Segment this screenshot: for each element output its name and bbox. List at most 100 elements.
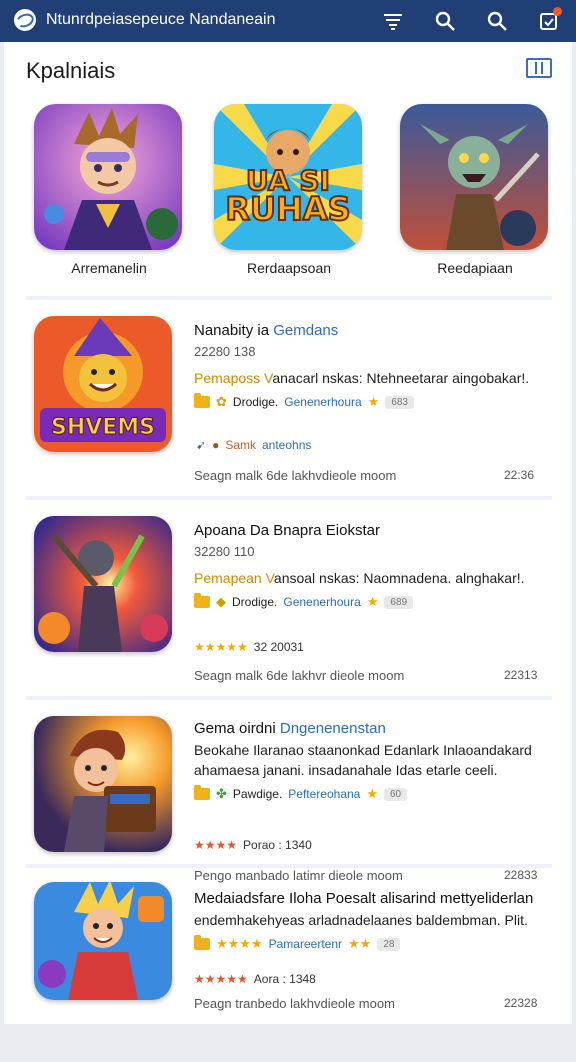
rating-stars: ★★★★ [194,838,238,852]
folder-icon [194,393,210,408]
app-name[interactable]: Gema oirdni Dngenenenstan [194,720,386,737]
age-badge: 28 [377,937,401,951]
app-rating: ★★★★★ 32 20031 [194,640,304,654]
app-tags: ➹ ● Samk anteohns [196,438,311,452]
divider [26,864,552,868]
main-panel: Kpalniais Arremanelin UA SI RUHAS Rerdaa… [4,42,572,1024]
meta-stars: ★★★★ [216,936,263,951]
app-list-item[interactable]: SHVEMS Nanabity ia Gemdans 22280 138 Pem… [4,316,572,496]
app-description-line: endemhakehyeas arladnadelaanes baldembma… [194,912,528,928]
app-subtitle: 22280 138 [194,344,256,359]
app-description: Pemaposs Vanacarl nskas: Ntehneetarar ai… [194,370,529,386]
meta-category-link[interactable]: Genenerhoura [284,395,361,409]
folder-icon [194,785,210,800]
search-icon[interactable] [482,6,512,36]
featured-label: Reedapiaan [437,260,513,276]
rating-stars: ★★★★★ [194,640,248,654]
goblin-warrior-art [400,104,548,250]
app-footer: Peagn tranbedo lakhvdieole moom [194,996,395,1011]
meta-developer: Pawdige. [232,787,283,801]
description-text: ansoal nskas: Naomnadena. alnghakar!. [273,570,525,586]
app-rating: ★★★★ Porao : 1340 [194,838,312,852]
meta-developer: Drodige. [232,395,279,409]
logo-icon[interactable] [14,9,36,31]
app-timestamp: 22328 [504,996,538,1010]
divider [26,496,552,500]
app-footer: Seagn malk 6de lakhvdieole moom [194,468,397,483]
folder-icon [194,935,210,950]
featured-app-1[interactable]: Arremanelin [34,104,184,284]
app-list-item[interactable]: Apoana Da Bnapra Eiokstar 32280 110 Pema… [4,516,572,696]
meta-category-link[interactable]: Genenerhoura [283,595,360,609]
description-highlight: Pemaposs V [194,370,273,386]
notification-icon[interactable] [534,6,564,36]
app-publisher[interactable]: Dngenenenstan [280,720,386,737]
app-description-line: ahamaesa janani. insadanahale Idas etarl… [194,762,498,778]
app-meta: ★★★★ Pamareertenr ★★ 28 [194,935,401,952]
app-timestamp: 22833 [504,868,538,882]
game-logo-art: UA SI RUHAS [214,104,362,250]
folder-icon [194,593,210,608]
app-timestamp: 22:36 [504,468,535,482]
hero-mage-art [34,104,182,250]
meta-developer: Drodige. [232,595,278,609]
view-toggle-icon[interactable] [526,58,552,78]
star-icon: ★ [367,394,380,409]
star-icon: ★ [366,594,379,609]
divider [26,696,552,700]
app-name[interactable]: Medaiadsfare Iloha Poesalt alisarind met… [194,890,533,907]
category-icon: ◆ [216,594,226,609]
notification-badge [553,7,562,16]
app-name[interactable]: Apoana Da Bnapra Eiokstar [194,522,380,539]
tag-key: Samk [225,438,256,452]
app-name[interactable]: Nanabity ia Gemdans [194,322,338,339]
meta-category-link[interactable]: Pamareertenr [269,937,342,951]
app-footer: Pengo manbado latimr dieole moom [194,868,403,883]
featured-label: Rerdaapsoan [246,260,332,276]
app-icon-art-text: SHVEMS [51,415,155,440]
tag-icon: ➹ [196,438,207,452]
featured-app-3[interactable]: Reedapiaan [400,104,550,284]
featured-label: Arremanelin [71,260,147,276]
app-footer: Seagn malk 6de lakhvr dieole moom [194,668,405,683]
app-meta: ◆ Drodige. Genenerhoura ★ 689 [194,593,414,610]
app-meta: ✤ Pawdige. Peftereohana ★ 60 [194,785,408,802]
age-badge: 683 [385,395,414,409]
divider [26,296,552,300]
rating-count: 32 20031 [253,640,304,654]
meta-category-link[interactable]: Peftereohana [288,787,360,801]
app-icon[interactable] [34,882,172,1000]
logo-art-text-2: RUHAS [225,190,350,228]
pouch-icon: ● [212,438,220,452]
page-title: Kpalniais [26,58,116,83]
category-icon: ✿ [216,394,227,409]
app-description-line: Beokahe Ilaranao staanonkad Edanlark Inl… [194,742,532,758]
tag-value[interactable]: anteohns [262,438,311,452]
app-icon[interactable] [34,716,172,852]
app-title: Nanabity ia [194,322,274,339]
description-highlight: Pemapean V [194,570,274,586]
app-title: Gema oirdni [194,720,280,737]
app-subtitle: 32280 110 [194,544,255,559]
featured-app-2[interactable]: UA SI RUHAS Rerdaapsoan [214,104,364,284]
app-icon[interactable] [34,516,172,652]
app-list-item[interactable]: Medaiadsfare Iloha Poesalt alisarind met… [4,882,572,1062]
app-description: Pemapean Vansoal nskas: Naomnadena. alng… [194,570,525,586]
description-text: anacarl nskas: Ntehneetarar aingobakar!. [272,370,530,386]
app-meta: ✿ Drodige. Genenerhoura ★ 683 [194,393,414,410]
rating-count: Porao : 1340 [243,838,312,852]
rating-count: Aora : 1348 [253,972,316,986]
app-title: Ntunrdpeiasepeuce Nandaneain [46,11,276,28]
app-publisher[interactable]: Gemdans [273,322,338,339]
search-icon[interactable] [430,6,460,36]
rating-stars: ★★★★★ [194,972,248,986]
age-badge: 689 [384,595,414,609]
app-rating: ★★★★★ Aora : 1348 [194,972,316,986]
app-list-item[interactable]: Gema oirdni Dngenenenstan Beokahe Ilaran… [4,716,572,896]
category-icon: ✤ [216,786,227,801]
app-header: Ntunrdpeiasepeuce Nandaneain [0,0,576,42]
app-icon[interactable]: SHVEMS [34,316,172,452]
star-icon: ★ [366,786,378,801]
filter-icon[interactable] [378,6,408,36]
age-badge: 60 [384,787,408,801]
